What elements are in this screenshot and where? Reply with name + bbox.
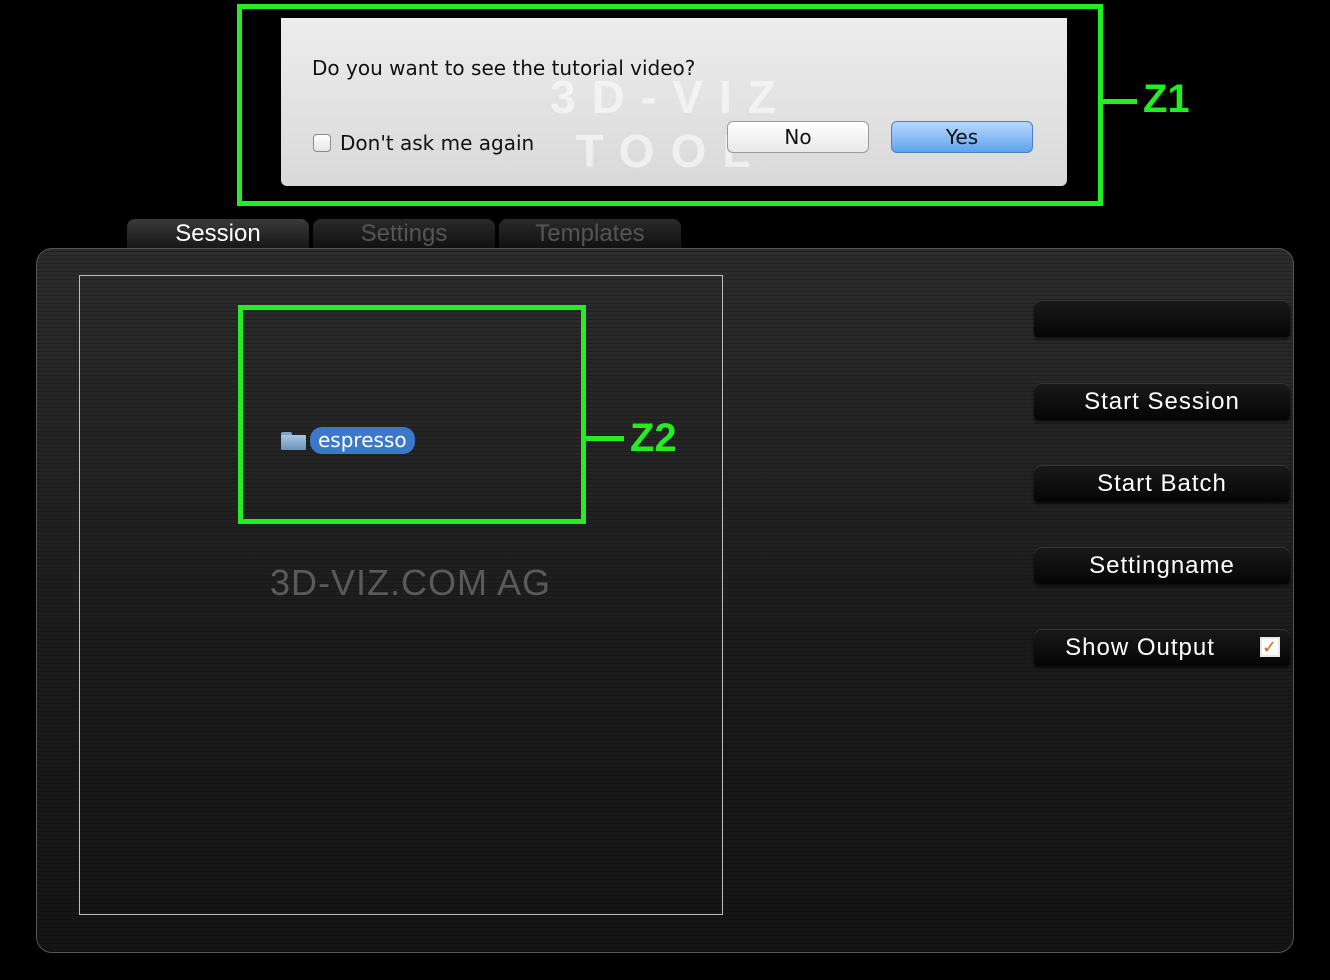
annotation-z1-label: Z1: [1143, 77, 1190, 121]
show-output-label: Show Output: [1065, 634, 1215, 661]
annotation-z1-connector: [1103, 99, 1137, 104]
annotation-z1-frame: [237, 4, 1103, 206]
tab-session[interactable]: Session: [127, 219, 309, 249]
annotation-z2-label: Z2: [630, 416, 677, 460]
tab-templates[interactable]: Templates: [499, 219, 681, 249]
annotation-z2-connector: [586, 436, 624, 441]
annotation-z2-frame: [238, 305, 586, 524]
brand-watermark: 3D-VIZ.COM AG: [270, 562, 552, 603]
settingname-button[interactable]: Settingname: [1034, 547, 1290, 584]
show-output-toggle[interactable]: Show Output ✓: [1034, 629, 1290, 666]
start-session-button[interactable]: Start Session: [1034, 383, 1290, 420]
start-batch-button[interactable]: Start Batch: [1034, 465, 1290, 502]
unlabeled-button[interactable]: [1034, 300, 1290, 337]
show-output-checkbox[interactable]: ✓: [1260, 637, 1280, 657]
tab-settings[interactable]: Settings: [313, 219, 495, 249]
